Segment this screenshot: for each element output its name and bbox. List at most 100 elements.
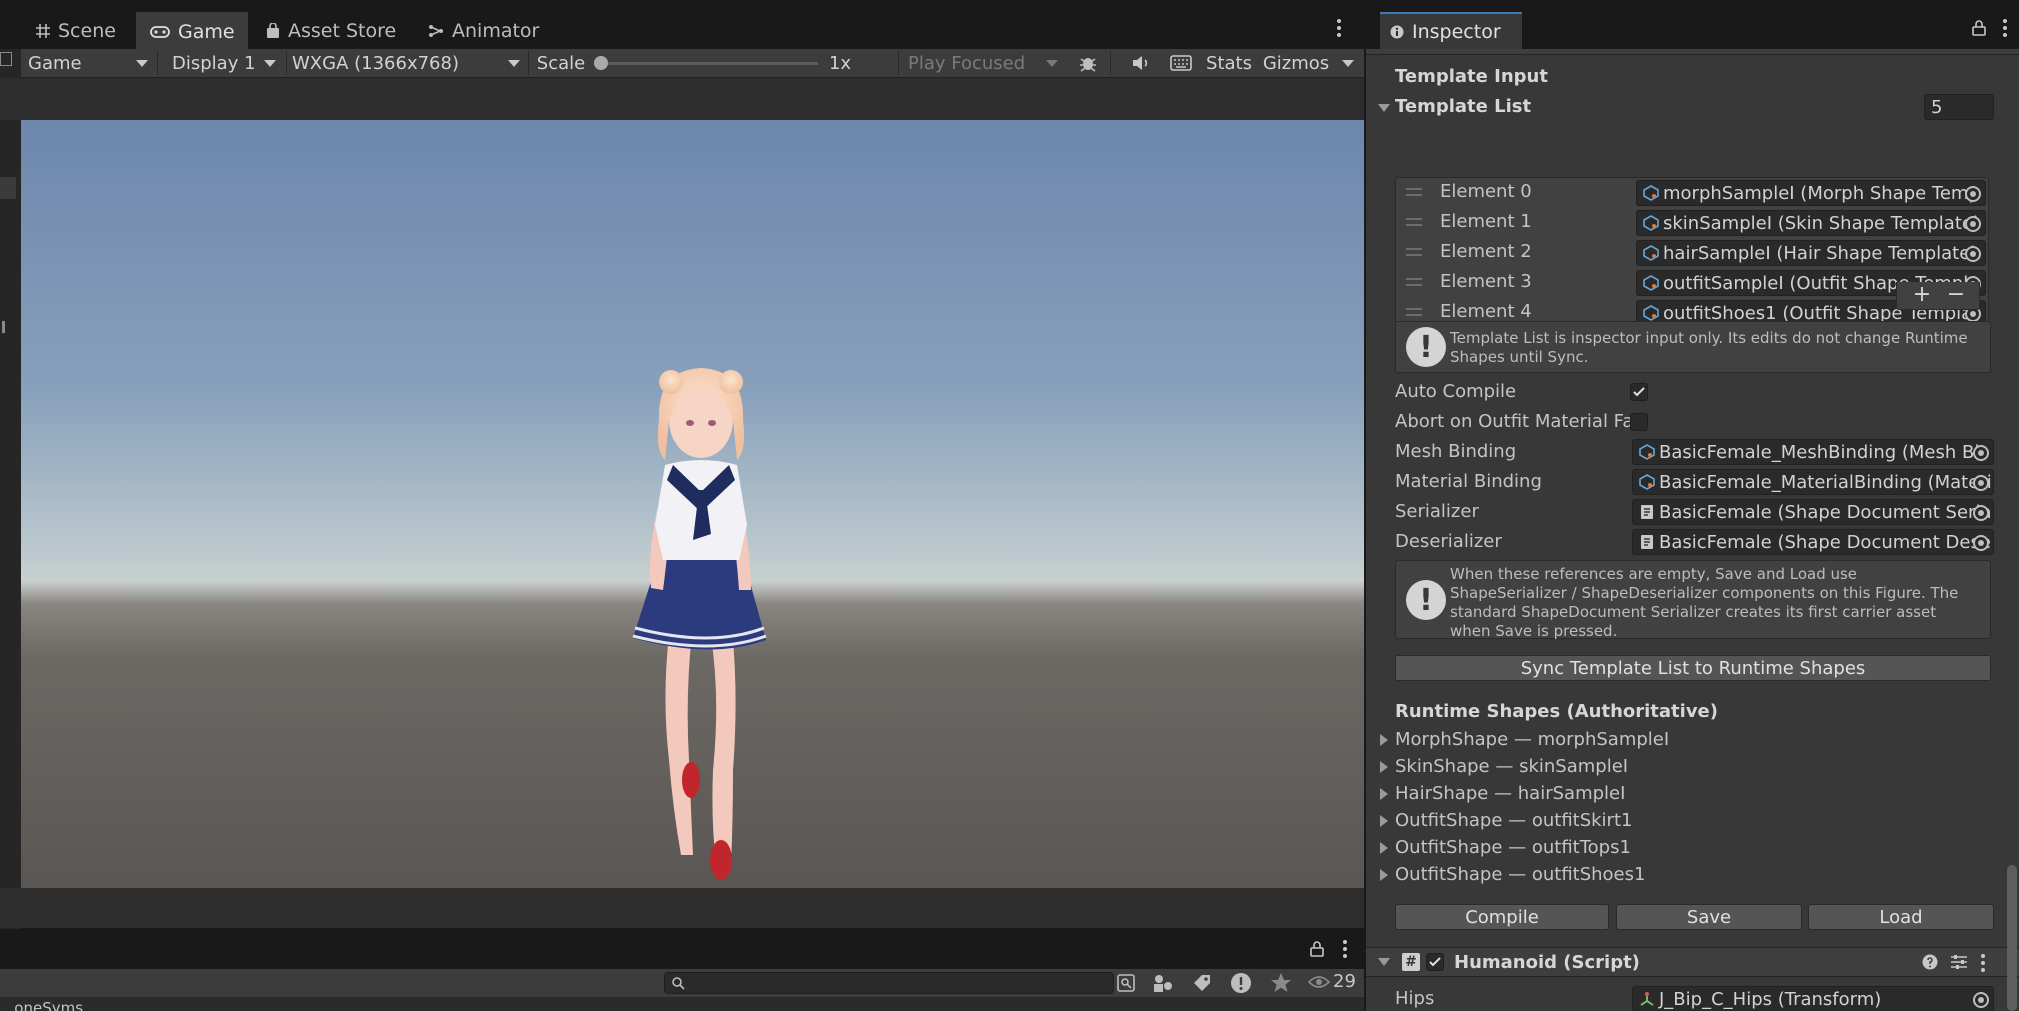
console-search-input[interactable]: [664, 972, 1114, 994]
more-options-icon[interactable]: [2, 321, 5, 333]
view-mode-value: Game: [28, 52, 82, 74]
tab-inspector[interactable]: Inspector: [1380, 12, 1522, 49]
template-list-size-field[interactable]: 5: [1924, 94, 1994, 120]
tag-icon[interactable]: [1192, 973, 1212, 993]
inspector-scrollbar[interactable]: [2007, 865, 2017, 1011]
list-item[interactable]: Element 1 skinSampleI (Skin Shape Templa…: [1396, 208, 1988, 238]
drag-handle-icon[interactable]: [1406, 278, 1422, 286]
console-log-entry[interactable]: ...oneSyms: [0, 999, 83, 1011]
error-filter-icon[interactable]: [1230, 972, 1252, 994]
save-button[interactable]: Save: [1616, 904, 1802, 930]
tab-animator[interactable]: Animator: [420, 12, 550, 49]
hips-label: Hips: [1395, 988, 1435, 1009]
chevron-down-icon: [508, 60, 520, 67]
compile-button[interactable]: Compile: [1395, 904, 1609, 930]
runtime-shapes-header: Runtime Shapes (Authoritative): [1395, 701, 1718, 722]
foldout-arrow-icon[interactable]: [1380, 869, 1388, 881]
element-object-field[interactable]: hairSampleI (Hair Shape Template): [1636, 240, 1986, 266]
view-mode-dropdown[interactable]: Game: [22, 49, 154, 77]
runtime-shape-item[interactable]: OutfitShape — outfitTops1: [1395, 837, 1631, 858]
audio-mute-icon[interactable]: [1124, 49, 1158, 77]
display-dropdown[interactable]: Display 1: [166, 49, 282, 77]
object-picker-icon[interactable]: [1973, 505, 1989, 521]
more-options-icon[interactable]: [1336, 18, 1342, 38]
scriptable-object-icon: [1639, 474, 1655, 490]
runtime-shape-item[interactable]: SkinShape — skinSampleI: [1395, 756, 1628, 777]
drag-handle-icon[interactable]: [1406, 218, 1422, 226]
runtime-shape-item[interactable]: OutfitShape — outfitSkirt1: [1395, 810, 1632, 831]
element-object-field[interactable]: morphSampleI (Morph Shape Temp: [1636, 180, 1986, 206]
bug-icon[interactable]: [1070, 49, 1106, 77]
drag-handle-icon[interactable]: [1406, 248, 1422, 256]
foldout-arrow-icon[interactable]: [1380, 815, 1388, 827]
runtime-shape-item[interactable]: HairShape — hairSampleI: [1395, 783, 1625, 804]
serializer-field[interactable]: BasicFemale (Shape Document Seria: [1632, 499, 1994, 525]
list-item[interactable]: Element 0 morphSampleI (Morph Shape Temp: [1396, 178, 1988, 208]
resolution-dropdown[interactable]: WXGA (1366x768): [286, 49, 526, 77]
object-picker-icon[interactable]: [1973, 535, 1989, 551]
gizmos-button[interactable]: Gizmos: [1260, 49, 1332, 77]
drag-handle-icon[interactable]: [1406, 188, 1422, 196]
runtime-shape-item[interactable]: MorphShape — morphSampleI: [1395, 729, 1669, 750]
mesh-binding-field[interactable]: BasicFemale_MeshBinding (Mesh Bir: [1632, 439, 1994, 465]
foldout-arrow-icon[interactable]: [1380, 788, 1388, 800]
foldout-arrow-icon[interactable]: [1378, 104, 1390, 112]
component-enabled-checkbox[interactable]: [1426, 953, 1444, 971]
scriptable-object-icon: [1643, 275, 1659, 291]
panel-icon[interactable]: [0, 52, 12, 66]
preset-icon[interactable]: [1950, 954, 1968, 970]
help-icon[interactable]: [1922, 954, 1938, 970]
scale-slider-handle[interactable]: [594, 56, 608, 70]
hips-field[interactable]: J_Bip_C_Hips (Transform): [1632, 986, 1994, 1011]
drag-handle-icon[interactable]: [1406, 308, 1422, 316]
scale-slider[interactable]: [594, 62, 818, 65]
add-element-button[interactable]: +: [1907, 282, 1937, 308]
material-binding-field[interactable]: BasicFemale_MaterialBinding (Materi: [1632, 469, 1994, 495]
more-options-icon[interactable]: [2002, 18, 2008, 38]
star-icon[interactable]: [1270, 972, 1292, 994]
object-picker-icon[interactable]: [1965, 216, 1981, 232]
play-mode-dropdown[interactable]: Play Focused: [902, 49, 1064, 77]
hips-value: J_Bip_C_Hips (Transform): [1659, 988, 1882, 1010]
remove-element-button[interactable]: −: [1941, 282, 1971, 308]
more-options-icon[interactable]: [1980, 953, 1986, 973]
info-icon: [1390, 25, 1404, 39]
stats-button[interactable]: Stats: [1202, 49, 1256, 77]
tab-scene[interactable]: Scene: [26, 12, 122, 49]
tab-game[interactable]: Game: [136, 12, 248, 49]
eye-icon[interactable]: [1308, 974, 1330, 990]
runtime-shape-item[interactable]: OutfitShape — outfitShoes1: [1395, 864, 1645, 885]
keyboard-icon[interactable]: [1164, 49, 1198, 77]
auto-compile-label: Auto Compile: [1395, 381, 1517, 402]
object-picker-icon[interactable]: [1965, 186, 1981, 202]
load-button[interactable]: Load: [1808, 904, 1994, 930]
search-options-icon[interactable]: [1116, 973, 1136, 993]
foldout-arrow-icon[interactable]: [1380, 761, 1388, 773]
shopping-bag-icon: [266, 22, 280, 39]
lock-icon[interactable]: [1310, 941, 1324, 957]
tab-label: Inspector: [1412, 20, 1501, 43]
gizmos-dropdown-arrow[interactable]: [1336, 49, 1360, 77]
list-item[interactable]: Element 2 hairSampleI (Hair Shape Templa…: [1396, 238, 1988, 268]
humanoid-component-header[interactable]: # Humanoid (Script): [1366, 947, 2019, 977]
auto-compile-checkbox[interactable]: [1630, 383, 1648, 401]
foldout-arrow-icon[interactable]: [1380, 734, 1388, 746]
object-picker-icon[interactable]: [1973, 445, 1989, 461]
sync-template-list-button[interactable]: Sync Template List to Runtime Shapes: [1395, 655, 1991, 681]
script-hash-icon: #: [1402, 953, 1420, 971]
game-viewport[interactable]: [21, 120, 1364, 888]
object-picker-icon[interactable]: [1973, 475, 1989, 491]
lock-icon[interactable]: [1972, 20, 1986, 36]
filter-by-type-icon[interactable]: [1152, 973, 1174, 993]
object-picker-icon[interactable]: [1973, 992, 1989, 1008]
foldout-arrow-icon[interactable]: [1380, 842, 1388, 854]
more-options-icon[interactable]: [1342, 939, 1348, 959]
foldout-arrow-icon[interactable]: [1378, 958, 1390, 966]
tab-asset-store[interactable]: Asset Store: [262, 12, 402, 49]
element-object-field[interactable]: skinSampleI (Skin Shape Template): [1636, 210, 1986, 236]
object-picker-icon[interactable]: [1965, 246, 1981, 262]
scriptable-object-icon: [1643, 215, 1659, 231]
deserializer-field[interactable]: BasicFemale (Shape Document Dese: [1632, 529, 1994, 555]
abort-outfit-material-fail-checkbox[interactable]: [1630, 413, 1648, 431]
template-list-label[interactable]: Template List: [1395, 96, 1531, 117]
